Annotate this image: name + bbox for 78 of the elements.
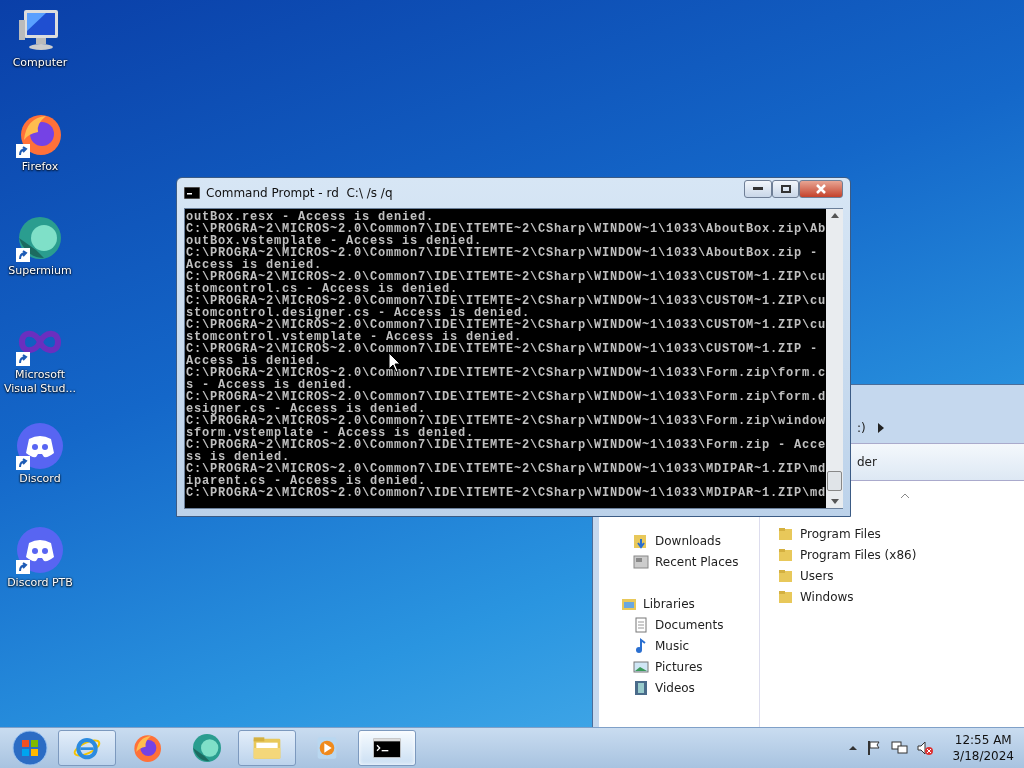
maximize-icon — [780, 185, 791, 193]
recent-places-icon — [633, 553, 649, 570]
nav-item[interactable]: Music — [599, 635, 759, 656]
supermium-icon — [16, 214, 64, 262]
firefox-icon — [131, 732, 163, 764]
caret-icon[interactable] — [877, 423, 884, 433]
volume-muted-icon[interactable] — [916, 740, 935, 756]
console-line: C:\PROGRA~2\MICROS~2.0\Common7\IDE\ITEMTE~2\CSharp\WINDOW~1\1033\CUSTOM~1.ZIP - — [186, 343, 819, 355]
scroll-up-icon[interactable] — [830, 213, 839, 218]
maximize-button[interactable] — [772, 180, 799, 198]
network-icon[interactable] — [890, 740, 909, 756]
console-line: Access is denied. — [186, 355, 323, 367]
console-line: ss is denied. — [186, 451, 290, 463]
close-icon — [816, 184, 826, 194]
film-icon — [633, 679, 649, 696]
flag-icon[interactable] — [866, 740, 883, 756]
toolbar-text[interactable]: der — [857, 455, 877, 469]
discord-icon — [16, 526, 64, 574]
supermium-icon — [191, 732, 223, 764]
sort-caret-icon[interactable] — [900, 493, 910, 499]
folder-icon — [778, 546, 794, 563]
console-line: C:\PROGRA~2\MICROS~2.0\Common7\IDE\ITEMTE~2\CSharp\WINDOW~1\1033\MDIPAR~1.ZIP\md — [186, 487, 827, 499]
console-line: stomcontrol.vstemplate - Access is denied. — [186, 331, 523, 343]
scrollbar[interactable] — [826, 209, 844, 508]
show-hidden-icons-icon[interactable] — [848, 743, 859, 753]
console-line: C:\PROGRA~2\MICROS~2.0\Common7\IDE\ITEMTE~2\CSharp\WINDOW~1\1033\Form.zip - Acce — [186, 439, 827, 451]
window-title: Command Prompt - rd C:\ /s /q — [206, 186, 394, 200]
console-line: outBox.vstemplate - Access is denied. — [186, 235, 483, 247]
console-line: sform.vstemplate - Access is denied. — [186, 427, 475, 439]
file-row[interactable]: Program Files (x86) — [778, 544, 1024, 565]
desktop-icon-label[interactable]: Supermium — [0, 264, 80, 278]
console-line: Access is denied. — [186, 259, 323, 271]
console-line: esigner.cs - Access is denied. — [186, 403, 427, 415]
discord-icon — [16, 422, 64, 470]
nav-item[interactable]: Documents — [599, 614, 759, 635]
picture-icon — [633, 658, 649, 675]
file-row[interactable]: Users — [778, 565, 1024, 586]
desktop-icon-label[interactable]: Firefox — [0, 160, 80, 174]
nav-item[interactable]: Downloads — [599, 530, 759, 551]
terminal-icon — [184, 187, 200, 199]
minimize-icon — [753, 187, 763, 191]
nav-item[interactable]: Libraries — [599, 593, 759, 614]
taskbar-button[interactable] — [358, 730, 416, 766]
file-row[interactable]: Program Files — [778, 523, 1024, 544]
nav-item[interactable]: Pictures — [599, 656, 759, 677]
nav-item[interactable]: Videos — [599, 677, 759, 698]
scroll-down-icon[interactable] — [830, 499, 839, 504]
clock-time[interactable]: 12:55 AM — [954, 732, 1012, 748]
console-line: C:\PROGRA~2\MICROS~2.0\Common7\IDE\ITEMTE~2\CSharp\WINDOW~1\1033\CUSTOM~1.ZIP\cu — [186, 319, 827, 331]
console-line: C:\PROGRA~2\MICROS~2.0\Common7\IDE\ITEMTE~2\CSharp\WINDOW~1\1033\Form.zip\form.c — [186, 367, 827, 379]
console-line: C:\PROGRA~2\MICROS~2.0\Common7\IDE\ITEMTE~2\CSharp\WINDOW~1\1033\AboutBox.zip\Ab — [186, 223, 827, 235]
file-row[interactable]: Windows — [778, 586, 1024, 607]
console-line: C:\PROGRA~2\MICROS~2.0\Common7\IDE\ITEMTE~2\CSharp\WINDOW~1\1033\MDIPAR~1.ZIP\md — [186, 463, 827, 475]
address-text[interactable]: :) — [857, 421, 866, 435]
desktop-icon-label[interactable]: Computer — [0, 56, 80, 70]
console-line: outBox.resx - Access is denied. — [186, 211, 435, 223]
console-line: C:\PROGRA~2\MICROS~2.0\Common7\IDE\ITEMTE~2\CSharp\WINDOW~1\1033\CUSTOM~1.ZIP\cu — [186, 295, 827, 307]
console-line: s - Access is denied. — [186, 379, 355, 391]
close-button[interactable] — [799, 180, 843, 198]
console-line: iparent.cs - Access is denied. — [186, 475, 427, 487]
nav-item[interactable]: Recent Places — [599, 551, 759, 572]
folder-icon — [778, 567, 794, 584]
console-line: C:\PROGRA~2\MICROS~2.0\Common7\IDE\ITEMTE~2\CSharp\WINDOW~1\1033\CUSTOM~1.ZIP\cu — [186, 271, 827, 283]
minimize-button[interactable] — [744, 180, 772, 198]
console-line: stomcontrol.designer.cs - Access is denied. — [186, 307, 531, 319]
desktop-icon-label[interactable]: Discord — [0, 472, 80, 486]
console-line: stomcontrol.cs - Access is denied. — [186, 283, 459, 295]
console-line: C:\PROGRA~2\MICROS~2.0\Common7\IDE\ITEMTE~2\CSharp\WINDOW~1\1033\AboutBox.zip - — [186, 247, 819, 259]
console-line: C:\PROGRA~2\MICROS~2.0\Common7\IDE\ITEMTE~2\CSharp\WINDOW~1\1033\Form.zip\form.d — [186, 391, 827, 403]
clock-date[interactable]: 3/18/2024 — [952, 748, 1014, 764]
console-line: C:\PROGRA~2\MICROS~2.0\Common7\IDE\ITEMTE~2\CSharp\WINDOW~1\1033\Form.zip\window — [186, 415, 827, 427]
desktop-icon-label[interactable]: Microsoft Visual Stud... — [0, 368, 80, 396]
scroll-thumb[interactable] — [827, 471, 843, 491]
folder-icon — [778, 588, 794, 605]
download-folder-icon — [633, 532, 649, 549]
folder-icon — [778, 525, 794, 542]
document-icon — [633, 616, 649, 633]
desktop-icon-label[interactable]: Discord PTB — [0, 576, 80, 590]
